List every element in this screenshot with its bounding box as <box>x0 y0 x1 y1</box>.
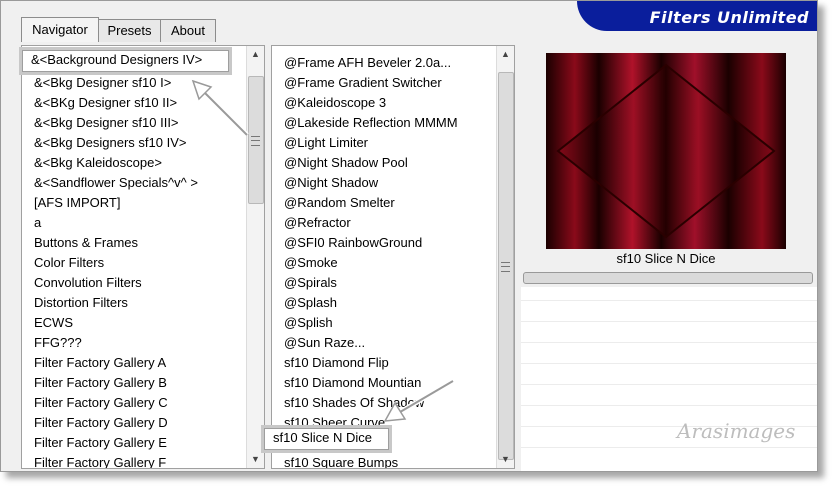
list-item[interactable]: @Spirals <box>272 273 496 293</box>
grip-icon <box>251 136 260 146</box>
list-item[interactable]: @Night Shadow Pool <box>272 153 496 173</box>
tab-navigator[interactable]: Navigator <box>21 17 99 42</box>
tab-about[interactable]: About <box>160 19 216 42</box>
watermark: Arasimages <box>677 419 796 443</box>
list-item[interactable]: Filter Factory Gallery D <box>22 413 246 433</box>
preview-caption: sf10 Slice N Dice <box>616 251 716 266</box>
divider <box>521 384 817 385</box>
controls-area <box>521 287 817 471</box>
list-item[interactable]: @Splash <box>272 293 496 313</box>
filters-unlimited-dialog: Filters Unlimited Navigator Presets Abou… <box>0 0 818 472</box>
list-item[interactable]: @Light Limiter <box>272 133 496 153</box>
list-item[interactable]: Filter Factory Gallery E <box>22 433 246 453</box>
list-item[interactable]: Distortion Filters <box>22 293 246 313</box>
list-item[interactable]: Filter Factory Gallery A <box>22 353 246 373</box>
filter-preview-image <box>546 53 786 249</box>
divider <box>521 447 817 448</box>
list-item[interactable]: @SFI0 RainbowGround <box>272 233 496 253</box>
list-item[interactable]: @Random Smelter <box>272 193 496 213</box>
scroll-up-icon[interactable]: ▲ <box>247 46 264 63</box>
highlighted-filter[interactable]: sf10 Slice N Dice <box>261 425 392 453</box>
brand-banner: Filters Unlimited <box>577 1 817 31</box>
grip-icon <box>501 262 510 272</box>
list-item[interactable]: &<Bkg Kaleidoscope> <box>22 153 246 173</box>
list-item[interactable]: @Frame AFH Beveler 2.0a... <box>272 53 496 73</box>
list-item[interactable]: Buttons & Frames <box>22 233 246 253</box>
list-item[interactable]: @Smoke <box>272 253 496 273</box>
filter-items-after: sf10 Square Bumps <box>272 453 496 468</box>
list-item[interactable]: ECWS <box>22 313 246 333</box>
preview-slider[interactable] <box>523 272 813 284</box>
scroll-up-icon[interactable]: ▲ <box>497 46 514 63</box>
highlighted-category[interactable]: &<Background Designers IV> <box>19 47 232 75</box>
list-item[interactable]: sf10 Diamond Flip <box>272 353 496 373</box>
list-item[interactable]: Convolution Filters <box>22 273 246 293</box>
pointer-arrow-icon <box>191 79 249 137</box>
scroll-down-icon[interactable]: ▼ <box>497 451 514 468</box>
divider <box>521 363 817 364</box>
list-item[interactable]: @Frame Gradient Switcher <box>272 73 496 93</box>
filter-scrollbar[interactable]: ▲ ▼ <box>496 46 514 468</box>
list-item[interactable]: Color Filters <box>22 253 246 273</box>
list-item[interactable]: @Splish <box>272 313 496 333</box>
preview-graphic <box>546 53 786 249</box>
list-item[interactable]: @Kaleidoscope 3 <box>272 93 496 113</box>
tab-presets[interactable]: Presets <box>98 19 161 42</box>
divider <box>521 300 817 301</box>
list-item[interactable]: sf10 Square Bumps <box>272 453 496 468</box>
divider <box>521 405 817 406</box>
divider <box>521 321 817 322</box>
divider <box>521 342 817 343</box>
list-item[interactable]: @Refractor <box>272 213 496 233</box>
list-item[interactable]: @Lakeside Reflection MMMM <box>272 113 496 133</box>
list-item[interactable]: &<Sandflower Specials^v^ > <box>22 173 246 193</box>
scroll-thumb[interactable] <box>498 72 514 460</box>
list-item[interactable]: a <box>22 213 246 233</box>
list-item[interactable]: FFG??? <box>22 333 246 353</box>
scroll-down-icon[interactable]: ▼ <box>247 451 264 468</box>
list-item[interactable]: @Sun Raze... <box>272 333 496 353</box>
pointer-arrow-icon <box>383 378 455 422</box>
list-item[interactable]: Filter Factory Gallery C <box>22 393 246 413</box>
list-item[interactable]: @Night Shadow <box>272 173 496 193</box>
list-item[interactable]: Filter Factory Gallery B <box>22 373 246 393</box>
brand-title: Filters Unlimited <box>649 8 809 27</box>
list-item[interactable]: Filter Factory Gallery F <box>22 453 246 468</box>
list-item[interactable]: [AFS IMPORT] <box>22 193 246 213</box>
